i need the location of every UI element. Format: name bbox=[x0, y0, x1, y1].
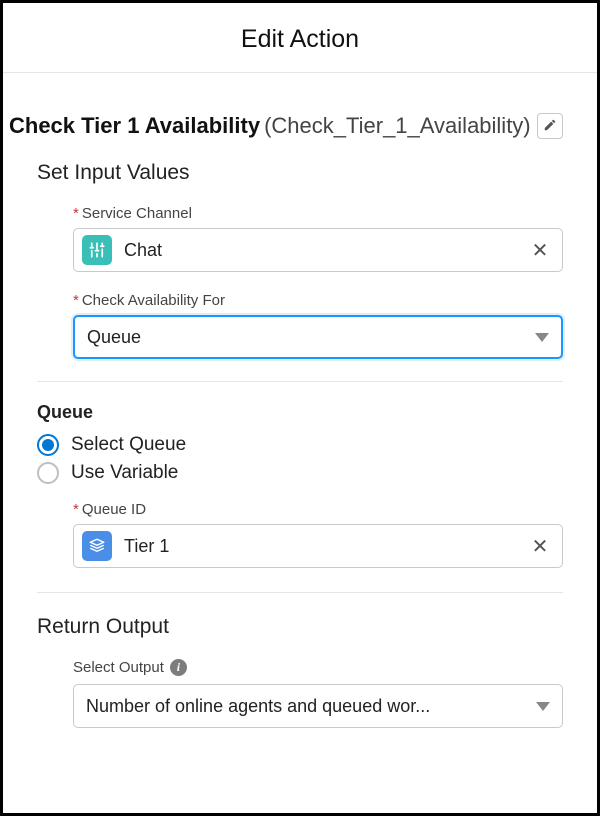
sliders-icon bbox=[82, 235, 112, 265]
check-availability-value: Queue bbox=[87, 327, 527, 348]
check-availability-label: *Check Availability For bbox=[73, 292, 563, 309]
return-output-section: Return Output bbox=[3, 607, 597, 639]
select-output-dropdown[interactable]: Number of online agents and queued wor..… bbox=[73, 684, 563, 728]
radio-select-queue-label: Select Queue bbox=[71, 434, 186, 456]
clear-service-channel-button[interactable]: ✕ bbox=[526, 236, 554, 264]
divider bbox=[37, 592, 563, 593]
check-availability-select[interactable]: Queue bbox=[73, 315, 563, 359]
clear-queue-id-button[interactable]: ✕ bbox=[526, 532, 554, 560]
queue-id-label: *Queue ID bbox=[73, 501, 563, 518]
service-channel-field: *Service Channel Chat ✕ bbox=[3, 205, 597, 292]
check-availability-field: *Check Availability For Queue bbox=[3, 292, 597, 367]
select-output-value: Number of online agents and queued wor..… bbox=[86, 696, 528, 717]
stack-icon bbox=[82, 531, 112, 561]
divider bbox=[37, 381, 563, 382]
queue-group-title: Queue bbox=[3, 396, 597, 431]
chevron-down-icon bbox=[536, 702, 550, 711]
pencil-icon bbox=[543, 118, 557, 135]
input-values-section: Set Input Values bbox=[3, 149, 597, 185]
radio-use-variable-label: Use Variable bbox=[71, 462, 178, 484]
service-channel-input[interactable]: Chat ✕ bbox=[73, 228, 563, 272]
dialog-header: Edit Action bbox=[3, 3, 597, 73]
service-channel-value: Chat bbox=[124, 240, 526, 261]
radio-select-queue[interactable]: Select Queue bbox=[3, 431, 597, 459]
queue-id-value: Tier 1 bbox=[124, 536, 526, 557]
close-icon: ✕ bbox=[532, 534, 549, 559]
info-icon[interactable]: i bbox=[170, 659, 187, 676]
dialog-title: Edit Action bbox=[3, 25, 597, 54]
action-name: Check Tier 1 Availability bbox=[9, 113, 260, 139]
select-output-field: Select Output i Number of online agents … bbox=[3, 659, 597, 728]
chevron-down-icon bbox=[535, 333, 549, 342]
action-header: Check Tier 1 Availability (Check_Tier_1_… bbox=[3, 73, 597, 149]
select-output-label: Select Output bbox=[73, 659, 164, 676]
input-values-title: Set Input Values bbox=[37, 161, 563, 185]
action-api-name: (Check_Tier_1_Availability) bbox=[264, 113, 531, 139]
radio-use-variable[interactable]: Use Variable bbox=[3, 459, 597, 487]
edit-action-name-button[interactable] bbox=[537, 113, 563, 139]
queue-id-input[interactable]: Tier 1 ✕ bbox=[73, 524, 563, 568]
return-output-title: Return Output bbox=[37, 615, 563, 639]
radio-icon bbox=[37, 462, 59, 484]
queue-id-field: *Queue ID Tier 1 ✕ bbox=[3, 487, 597, 578]
close-icon: ✕ bbox=[532, 238, 549, 263]
service-channel-label: *Service Channel bbox=[73, 205, 563, 222]
radio-icon bbox=[37, 434, 59, 456]
